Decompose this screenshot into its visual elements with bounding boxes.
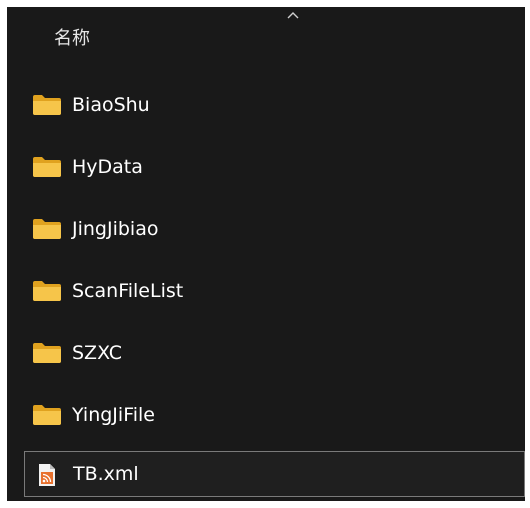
chevron-up-icon[interactable] (286, 10, 300, 20)
list-item[interactable]: TB.xml (24, 451, 525, 497)
folder-icon (33, 95, 61, 115)
item-name: HyData (72, 156, 143, 178)
rss-file-icon (39, 464, 55, 486)
list-item[interactable]: SZXC (7, 330, 525, 376)
list-item[interactable]: BiaoShu (7, 82, 525, 128)
folder-icon (33, 219, 61, 239)
list-item[interactable]: JingJibiao (7, 206, 525, 252)
item-name: ScanFileList (72, 280, 184, 302)
folder-icon (33, 281, 61, 301)
list-item[interactable]: YingJiFile (7, 392, 525, 438)
item-name: BiaoShu (72, 94, 150, 116)
folder-icon (33, 157, 61, 177)
file-list-pane: 名称 BiaoShu HyData JingJibiao ScanFileLis… (7, 7, 525, 501)
item-name: SZXC (72, 342, 122, 364)
folder-icon (33, 405, 61, 425)
folder-icon (33, 343, 61, 363)
list-item[interactable]: HyData (7, 144, 525, 190)
column-header: 名称 (7, 7, 525, 67)
name-column-header[interactable]: 名称 (54, 27, 90, 51)
list-item[interactable]: ScanFileList (7, 268, 525, 314)
item-name: TB.xml (73, 463, 139, 485)
item-name: YingJiFile (72, 404, 155, 426)
item-name: JingJibiao (72, 218, 159, 240)
